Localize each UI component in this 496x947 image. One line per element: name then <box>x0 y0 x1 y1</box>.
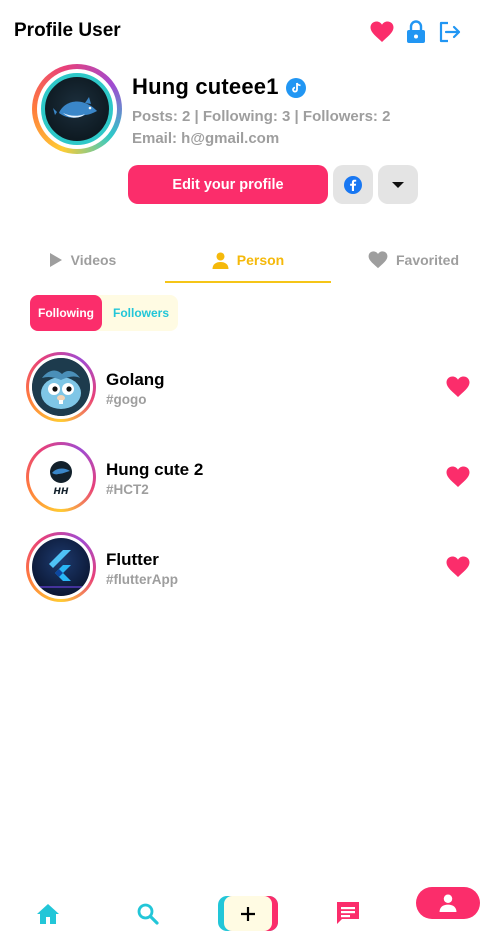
user-name[interactable]: Hung cute 2 <box>106 460 203 480</box>
flutter-logo-avatar-image <box>32 538 90 596</box>
person-icon <box>212 252 229 269</box>
avatar[interactable] <box>26 352 96 422</box>
profile-avatar[interactable] <box>32 64 122 154</box>
heart-icon[interactable] <box>369 19 395 45</box>
person-icon <box>439 894 457 912</box>
list-item[interactable]: Flutter #flutterApp <box>0 532 496 604</box>
user-name[interactable]: Flutter <box>106 550 159 570</box>
following-toggle[interactable]: Following <box>30 295 102 331</box>
user-name[interactable]: Golang <box>106 370 165 390</box>
heart-icon[interactable] <box>446 556 470 578</box>
play-icon <box>49 253 62 267</box>
add-video-button[interactable] <box>218 896 278 931</box>
svg-text:HH: HH <box>53 487 69 497</box>
app-header: Profile User <box>0 0 496 64</box>
user-tag: #HCT2 <box>106 482 149 497</box>
logout-icon[interactable] <box>437 19 463 45</box>
avatar[interactable]: HH <box>26 442 96 512</box>
verified-badge-icon <box>286 78 306 98</box>
heart-icon[interactable] <box>446 466 470 488</box>
tab-favorited[interactable]: Favorited <box>331 238 496 282</box>
facebook-button[interactable] <box>333 165 373 204</box>
profile-email: Email: h@gmail.com <box>132 130 280 147</box>
whale-logo-image <box>41 73 113 145</box>
profile-stats: Posts: 2 | Following: 3 | Followers: 2 <box>132 108 391 125</box>
caret-down-icon <box>392 181 404 188</box>
profile-name: Hung cuteee1 <box>132 74 279 99</box>
profile-nav-button[interactable] <box>416 887 480 919</box>
hh-logo-avatar-image: HH <box>32 448 90 506</box>
profile-card: Hung cuteee1 Posts: 2 | Following: 3 | F… <box>0 60 496 210</box>
avatar[interactable] <box>26 532 96 602</box>
heart-icon[interactable] <box>446 376 470 398</box>
search-icon[interactable] <box>134 900 162 928</box>
follow-segment-control: Following Followers <box>30 295 178 331</box>
gopher-avatar-image <box>32 358 90 416</box>
list-item[interactable]: HH Hung cute 2 #HCT2 <box>0 442 496 514</box>
active-tab-indicator <box>165 281 331 283</box>
plus-icon <box>224 896 272 931</box>
edit-profile-button[interactable]: Edit your profile <box>128 165 328 204</box>
list-item[interactable]: Golang #gogo <box>0 352 496 424</box>
message-icon[interactable] <box>334 899 362 927</box>
user-tag: #flutterApp <box>106 572 178 587</box>
bottom-navigation <box>0 880 496 947</box>
profile-tabs: Videos Person Favorited <box>0 238 496 284</box>
facebook-icon <box>344 175 362 194</box>
followers-toggle[interactable]: Followers <box>104 295 178 331</box>
tab-videos[interactable]: Videos <box>0 238 165 282</box>
user-tag: #gogo <box>106 392 147 407</box>
tab-person[interactable]: Person <box>165 238 331 282</box>
home-icon[interactable] <box>34 900 62 928</box>
more-dropdown-button[interactable] <box>378 165 418 204</box>
lock-icon[interactable] <box>403 19 429 45</box>
page-title: Profile User <box>14 20 121 41</box>
heart-icon <box>368 251 388 269</box>
